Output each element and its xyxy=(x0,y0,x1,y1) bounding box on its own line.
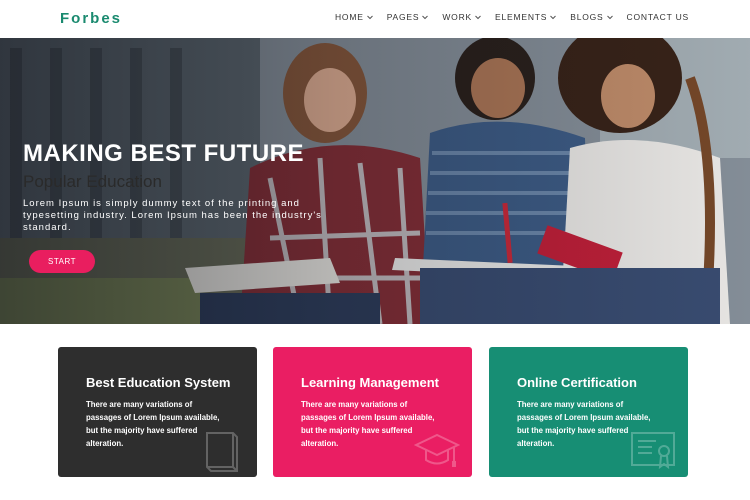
chevron-down-icon xyxy=(366,15,373,20)
feature-cards: Best Education System There are many var… xyxy=(58,347,688,477)
hero-title: MAKING BEST FUTURE xyxy=(23,140,304,167)
chevron-down-icon xyxy=(475,15,481,20)
feature-card-certification[interactable]: Online Certification There are many vari… xyxy=(489,347,688,477)
chevron-down-icon xyxy=(550,15,557,20)
nav-label: PAGES xyxy=(386,12,420,22)
chevron-down-icon xyxy=(606,15,613,20)
certificate-icon xyxy=(631,432,675,470)
nav-label: BLOGS xyxy=(570,12,604,22)
start-button[interactable]: START xyxy=(29,250,95,273)
chevron-down-icon xyxy=(422,15,429,20)
feature-card-learning[interactable]: Learning Management There are many varia… xyxy=(273,347,472,477)
nav-item-work[interactable]: WORK xyxy=(442,12,482,22)
hero-subtitle: Popular Education xyxy=(23,172,162,191)
nav-label: HOME xyxy=(334,12,364,22)
card-title: Learning Management xyxy=(301,375,439,390)
nav-label: CONTACT US xyxy=(626,12,689,22)
card-title: Online Certification xyxy=(517,375,637,390)
main-nav: HOME PAGES WORK ELEMENTS BLOGS CONTACT U… xyxy=(335,12,689,22)
site-logo[interactable]: Forbes xyxy=(60,10,122,27)
nav-label: ELEMENTS xyxy=(495,12,548,22)
nav-item-home[interactable]: HOME xyxy=(335,12,374,22)
card-title: Best Education System xyxy=(86,375,231,390)
nav-label: WORK xyxy=(442,12,473,22)
nav-item-pages[interactable]: PAGES xyxy=(387,12,430,22)
nav-item-elements[interactable]: ELEMENTS xyxy=(495,12,557,22)
nav-item-blogs[interactable]: BLOGS xyxy=(570,12,613,22)
site-header: Forbes HOME PAGES WORK ELEMENTS BLOGS CO… xyxy=(0,0,750,38)
hero-description: Lorem Ipsum is simply dummy text of the … xyxy=(23,198,322,233)
book-icon xyxy=(206,432,238,472)
feature-card-education[interactable]: Best Education System There are many var… xyxy=(58,347,257,477)
hero-banner: MAKING BEST FUTURE Popular Education Lor… xyxy=(0,38,750,324)
graduation-cap-icon xyxy=(414,433,460,467)
nav-item-contact[interactable]: CONTACT US xyxy=(627,12,689,22)
